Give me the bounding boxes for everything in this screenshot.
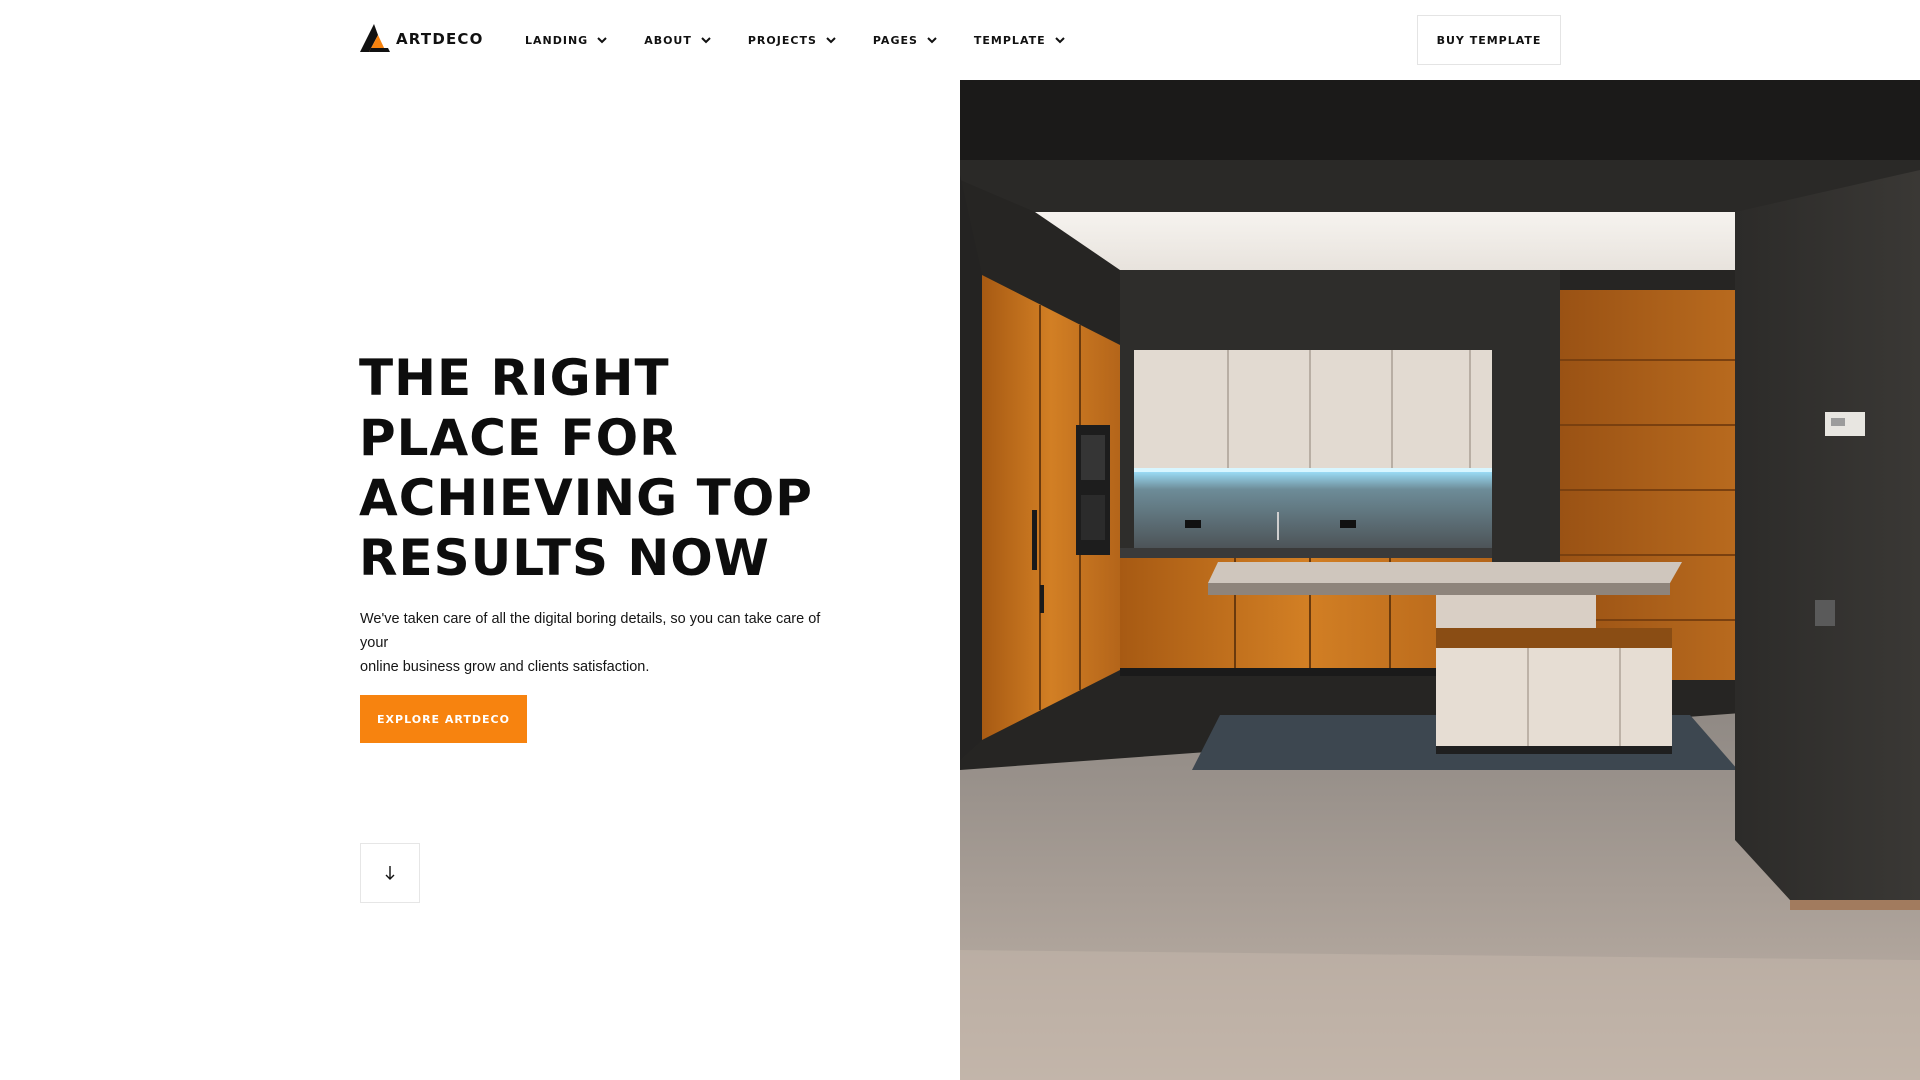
nav-item-landing[interactable]: LANDING (525, 34, 607, 47)
hero-title-line: ACHIEVING TOP (359, 469, 813, 527)
hero-title-line: RESULTS NOW (359, 529, 770, 587)
kitchen-photo (960, 80, 1920, 1080)
arrow-down-icon (385, 866, 395, 880)
page: ARTDECO LANDING ABOUT PROJECTS PAGES TEM… (0, 0, 1920, 1080)
hero-subtitle: We've taken care of all the digital bori… (360, 607, 840, 679)
hero-subtitle-line: online business grow and clients satisfa… (360, 659, 650, 675)
nav-label: ABOUT (644, 33, 692, 47)
logo-text: ARTDECO (396, 30, 484, 48)
chevron-down-icon (1054, 36, 1065, 43)
nav-item-projects[interactable]: PROJECTS (748, 34, 836, 47)
hero-subtitle-line: We've taken care of all the digital bori… (360, 611, 821, 651)
nav-item-pages[interactable]: PAGES (873, 34, 937, 47)
hero-title-line: THE RIGHT (359, 349, 670, 407)
hero-title-line: PLACE FOR (359, 409, 679, 467)
chevron-down-icon (826, 36, 836, 43)
explore-artdeco-button[interactable]: EXPLORE ARTDECO (360, 695, 527, 743)
buy-template-button[interactable]: BUY TEMPLATE (1417, 15, 1561, 65)
nav-label: PAGES (872, 33, 918, 47)
nav-label: LANDING (525, 33, 589, 47)
nav-label: TEMPLATE (973, 33, 1046, 47)
hero-title: THE RIGHT PLACE FOR ACHIEVING TOP RESULT… (359, 348, 879, 588)
chevron-down-icon (597, 36, 607, 43)
hero-image (960, 80, 1920, 1080)
nav-label: PROJECTS (747, 33, 817, 47)
main-nav: LANDING ABOUT PROJECTS PAGES TEMPLATE (525, 0, 1102, 80)
site-header: ARTDECO LANDING ABOUT PROJECTS PAGES TEM… (0, 0, 1920, 80)
chevron-down-icon (701, 36, 711, 43)
logo[interactable]: ARTDECO (360, 24, 484, 54)
logo-mark-icon (360, 24, 390, 52)
nav-item-template[interactable]: TEMPLATE (974, 34, 1065, 47)
nav-item-about[interactable]: ABOUT (644, 34, 711, 47)
chevron-down-icon (927, 36, 937, 43)
scroll-down-button[interactable] (360, 843, 420, 903)
